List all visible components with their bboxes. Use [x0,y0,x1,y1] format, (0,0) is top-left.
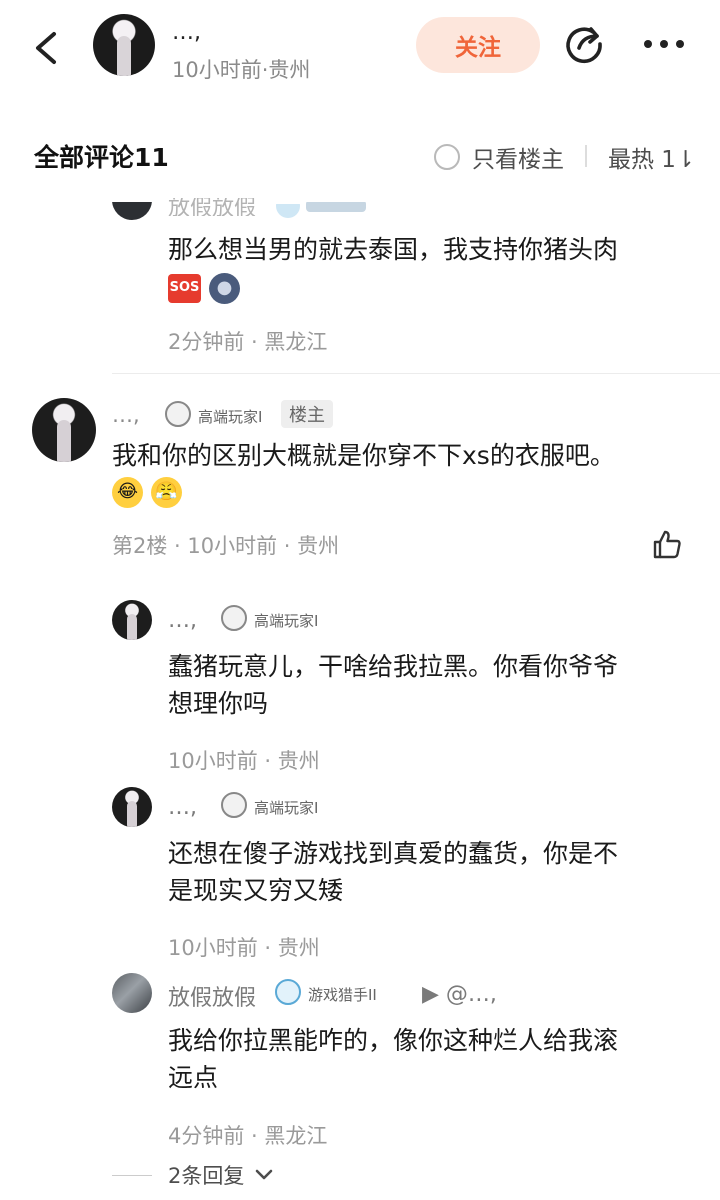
reply-avatar[interactable] [112,973,152,1013]
reply-to-target[interactable]: ▶ @…, [422,982,497,1007]
level-badge-icon [165,401,191,427]
radio-icon[interactable] [434,144,460,170]
author-name[interactable]: …, [172,20,201,45]
reply-text-line-2: 远点 [168,1063,219,1092]
expand-replies-label: 2条回复 [168,1164,245,1188]
commenter-avatar[interactable] [112,202,152,220]
reply-meta: 4分钟前 · 黑龙江 [168,1124,328,1148]
sos-emoji-icon: SOS [168,273,201,303]
level-badge-icon [276,204,300,218]
back-arrow-icon[interactable] [28,28,64,68]
reply-name[interactable]: 放假放假 [168,980,256,1012]
reply-text-line-1: 我给你拉黑能咋的，像你这种烂人给我滚 [168,1026,619,1055]
commenter-name[interactable]: 放假放假 [168,198,256,216]
reply-meta: 10小时前 · 贵州 [168,749,320,773]
reply-avatar[interactable] [112,600,152,640]
reply-text-line-2: 是现实又穷又矮 [168,876,344,905]
comment-emojis: 😂 😤 [112,472,182,510]
badge-label: 高端玩家I [198,408,263,426]
only-host-label: 只看楼主 [472,147,564,173]
sort-selector[interactable]: 最热 1⇂ [608,140,695,174]
commenter-avatar[interactable] [32,398,96,462]
comment-text: 我和你的区别大概就是你穿不下xs的衣服吧。 [112,441,615,470]
comment-meta: 第2楼 · 10小时前 · 贵州 [112,534,340,558]
badge-label: 高端玩家I [254,799,319,817]
comment-emojis: SOS ● [168,268,240,306]
commenter-name[interactable]: …, [112,403,140,427]
post-meta: 10小时前·贵州 [172,58,311,82]
author-avatar[interactable] [93,14,155,76]
more-icon[interactable] [640,26,688,62]
reply-text-line-2: 想理你吗 [168,689,269,718]
chevron-down-icon [256,1169,273,1180]
level-badge-icon [221,792,247,818]
share-icon[interactable] [563,24,605,66]
badge-label: 高端玩家I [254,612,319,630]
divider [585,145,587,167]
divider [112,373,720,374]
laughing-emoji-icon: 😂 [112,476,143,508]
reply-meta: 10小时前 · 贵州 [168,936,320,960]
reply-name[interactable]: …, [168,608,197,633]
follow-button[interactable]: 关注 [416,17,540,73]
badge-label [306,202,366,212]
reply-text-line-1: 还想在傻子游戏找到真爱的蠢货，你是不 [168,839,619,868]
host-tag: 楼主 [281,400,333,428]
comments-title: 全部评论11 [34,143,169,172]
divider [112,1174,152,1176]
reply-avatar[interactable] [112,787,152,827]
comment-meta: 2分钟前 · 黑龙江 [168,330,328,354]
reply-text-line-1: 蠢猪玩意儿，干啥给我拉黑。你看你爷爷 [168,652,619,681]
badge-label: 游戏猎手II [308,986,377,1004]
comment-text: 那么想当男的就去泰国，我支持你猪头肉 [168,235,619,264]
only-host-toggle[interactable]: 只看楼主 [434,140,564,174]
huffing-emoji-icon: 😤 [150,476,182,508]
reply-name[interactable]: …, [168,795,197,820]
level-badge-icon [275,979,301,1005]
top-bar: …, 10小时前·贵州 关注 [0,0,720,100]
like-icon[interactable] [651,528,683,560]
expand-replies-button[interactable]: 2条回复 [112,1160,274,1190]
level-badge-icon [221,605,247,631]
moon-emoji-icon: ● [208,272,240,304]
